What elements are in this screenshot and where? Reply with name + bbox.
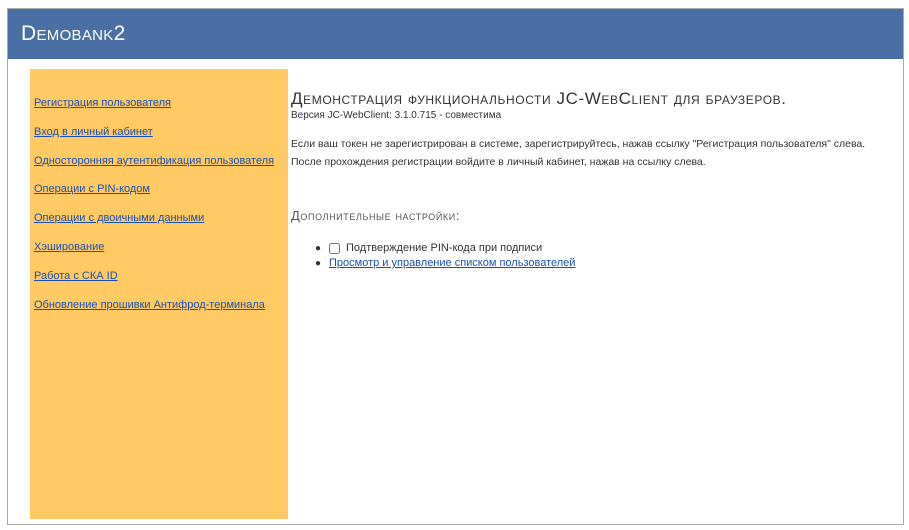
settings-section-title: Дополнительные настройки:: [291, 208, 461, 223]
pin-confirm-checkbox[interactable]: [329, 242, 340, 254]
info-text-line-1: Если ваш токен не зарегистрирован в сист…: [291, 138, 866, 150]
pin-confirm-label: Подтверждение PIN-кода при подписи: [346, 242, 543, 254]
version-text: Версия JC-WebClient: 3.1.0.715 - совмест…: [291, 110, 502, 121]
users-management-link[interactable]: Просмотр и управление списком пользовате…: [329, 257, 575, 269]
sidebar-item-one-way-authentication[interactable]: Односторонняя аутентификация пользовател…: [34, 155, 274, 167]
sidebar: Регистрация пользователя Вход в личный к…: [30, 69, 288, 519]
bullet-icon: ●: [315, 258, 322, 269]
main-content: Демонстрация функциональности JC-WebClie…: [291, 69, 903, 524]
sidebar-item-ska-id[interactable]: Работа с СКА ID: [34, 270, 118, 282]
header-bar: Demobank2: [8, 9, 903, 59]
sidebar-item-binary-data-operations[interactable]: Операции с двоичными данными: [34, 212, 204, 224]
sidebar-item-antifraud-firmware-update[interactable]: Обновление прошивки Антифрод-терминала: [34, 299, 265, 311]
users-list-option: Просмотр и управление списком пользовате…: [329, 257, 575, 269]
sidebar-item-pin-operations[interactable]: Операции с PIN-кодом: [34, 183, 150, 195]
sidebar-item-user-registration[interactable]: Регистрация пользователя: [34, 97, 171, 109]
app-window: Demobank2 Регистрация пользователя Вход …: [7, 8, 904, 525]
pin-confirm-option[interactable]: Подтверждение PIN-кода при подписи: [329, 242, 542, 254]
sidebar-item-personal-account-login[interactable]: Вход в личный кабинет: [34, 126, 153, 138]
bullet-icon: ●: [315, 243, 322, 254]
brand-title[interactable]: Demobank2: [21, 22, 126, 46]
info-text-line-2: После прохождения регистрации войдите в …: [291, 156, 706, 168]
page-title: Демонстрация функциональности JC-WebClie…: [291, 89, 787, 108]
sidebar-item-hashing[interactable]: Хэширование: [34, 241, 104, 253]
